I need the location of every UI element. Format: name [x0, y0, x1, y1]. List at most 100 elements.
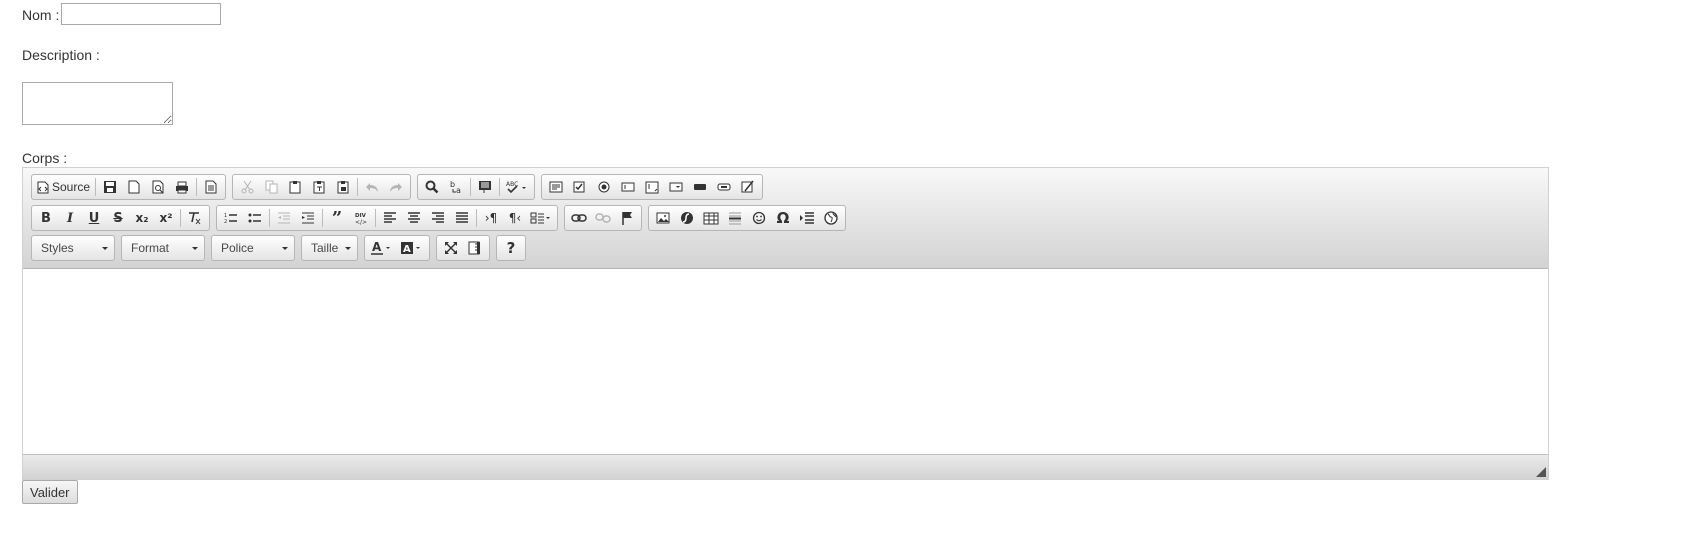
size-combo[interactable]: Taille — [301, 235, 358, 261]
radio-button[interactable] — [592, 176, 616, 198]
select-all-button[interactable] — [473, 176, 497, 198]
corps-label: Corps : — [22, 150, 68, 166]
remove-format-button[interactable] — [183, 207, 207, 229]
table-button[interactable] — [699, 207, 723, 229]
unlink-button[interactable] — [591, 207, 615, 229]
strikethrough-button[interactable]: S — [106, 207, 130, 229]
description-textarea[interactable] — [22, 82, 173, 125]
indent-icon — [302, 212, 314, 224]
templates-button[interactable] — [199, 176, 223, 198]
checkbox-button[interactable] — [568, 176, 592, 198]
resize-handle-icon[interactable] — [1536, 467, 1546, 477]
copy-button[interactable] — [259, 176, 283, 198]
find-button[interactable] — [420, 176, 444, 198]
svg-text:a: a — [456, 186, 461, 194]
link-button[interactable] — [567, 207, 591, 229]
remove-format-icon — [189, 212, 201, 225]
svg-text:b: b — [450, 180, 455, 189]
print-button[interactable] — [170, 176, 194, 198]
new-page-button[interactable] — [122, 176, 146, 198]
submit-button[interactable]: Valider — [22, 480, 78, 504]
image-button[interactable] — [651, 207, 675, 229]
show-blocks-icon — [468, 241, 480, 255]
source-button[interactable]: Source — [34, 176, 93, 198]
about-group: ? — [496, 235, 526, 261]
rtl-button[interactable]: ¶‹ — [503, 207, 527, 229]
separator — [375, 209, 376, 227]
show-blocks-button[interactable] — [463, 237, 487, 259]
text-color-button[interactable]: A — [367, 237, 397, 259]
chevron-down-icon — [102, 246, 108, 250]
svg-text:A: A — [372, 241, 382, 254]
styles-combo[interactable]: Styles — [31, 235, 115, 261]
preview-button[interactable] — [146, 176, 170, 198]
paste-word-button[interactable] — [331, 176, 355, 198]
bulleted-list-button[interactable] — [243, 207, 267, 229]
separator — [357, 178, 359, 196]
blockquote-button[interactable]: ” — [325, 207, 349, 229]
bg-color-button[interactable]: A — [397, 237, 427, 259]
form-icon — [549, 181, 563, 193]
justify-button[interactable] — [450, 207, 474, 229]
div-button[interactable]: DIV </> — [349, 207, 373, 229]
paste-text-button[interactable] — [307, 176, 331, 198]
format-combo[interactable]: Format — [121, 235, 205, 261]
special-char-button[interactable]: Ω — [771, 207, 795, 229]
text-field-button[interactable] — [616, 176, 640, 198]
find-icon — [425, 180, 439, 194]
language-button[interactable] — [527, 207, 555, 229]
save-icon — [104, 181, 117, 193]
paste-button[interactable] — [283, 176, 307, 198]
anchor-button[interactable] — [615, 207, 639, 229]
separator — [196, 178, 198, 196]
separator — [499, 178, 501, 196]
spellcheck-icon: ABC — [506, 181, 527, 194]
outdent-button[interactable] — [272, 207, 296, 229]
help-button[interactable]: ? — [499, 237, 523, 259]
nom-input[interactable] — [61, 3, 221, 25]
page-break-button[interactable] — [795, 207, 819, 229]
cut-button[interactable] — [235, 176, 259, 198]
save-button[interactable] — [98, 176, 122, 198]
align-right-button[interactable] — [426, 207, 450, 229]
smiley-button[interactable] — [747, 207, 771, 229]
hidden-field-button[interactable] — [736, 176, 760, 198]
rtl-icon: ¶‹ — [508, 211, 522, 225]
horizontal-rule-button[interactable] — [723, 207, 747, 229]
separator — [470, 178, 472, 196]
font-combo[interactable]: Police — [211, 235, 295, 261]
indent-button[interactable] — [296, 207, 320, 229]
paste-word-icon — [337, 181, 349, 194]
unlink-icon — [595, 213, 611, 223]
iframe-button[interactable] — [819, 207, 843, 229]
bold-button[interactable]: B — [34, 207, 58, 229]
flash-button[interactable] — [675, 207, 699, 229]
bulleted-list-icon — [248, 213, 261, 223]
editor-toolbar: Source ba ABC B I U S x₂ x² 1 2 ” DIV </… — [23, 168, 1548, 269]
spellcheck-button[interactable]: ABC — [502, 176, 532, 198]
replace-button[interactable]: ba — [444, 176, 468, 198]
rich-text-editor: Source ba ABC B I U S x₂ x² 1 2 ” DIV </… — [22, 167, 1549, 480]
links-group — [564, 205, 642, 231]
outdent-icon — [278, 212, 290, 224]
button-field-button[interactable] — [688, 176, 712, 198]
redo-button[interactable] — [384, 176, 408, 198]
subscript-button[interactable]: x₂ — [130, 207, 154, 229]
maximize-button[interactable] — [439, 237, 463, 259]
textarea-button[interactable] — [640, 176, 664, 198]
align-center-button[interactable] — [402, 207, 426, 229]
image-button-button[interactable] — [712, 176, 736, 198]
editor-content-area[interactable] — [23, 269, 1548, 454]
italic-button[interactable]: I — [58, 207, 82, 229]
select-field-button[interactable] — [664, 176, 688, 198]
toolbar-row-1: Source ba ABC — [31, 174, 764, 200]
numbered-list-button[interactable]: 12 — [219, 207, 243, 229]
ltr-button[interactable]: ›¶ — [479, 207, 503, 229]
underline-button[interactable]: U — [82, 207, 106, 229]
special-char-icon: Ω — [776, 209, 790, 227]
align-left-button[interactable] — [378, 207, 402, 229]
superscript-button[interactable]: x² — [154, 207, 178, 229]
align-right-icon — [432, 212, 444, 223]
undo-button[interactable] — [360, 176, 384, 198]
form-button[interactable] — [544, 176, 568, 198]
